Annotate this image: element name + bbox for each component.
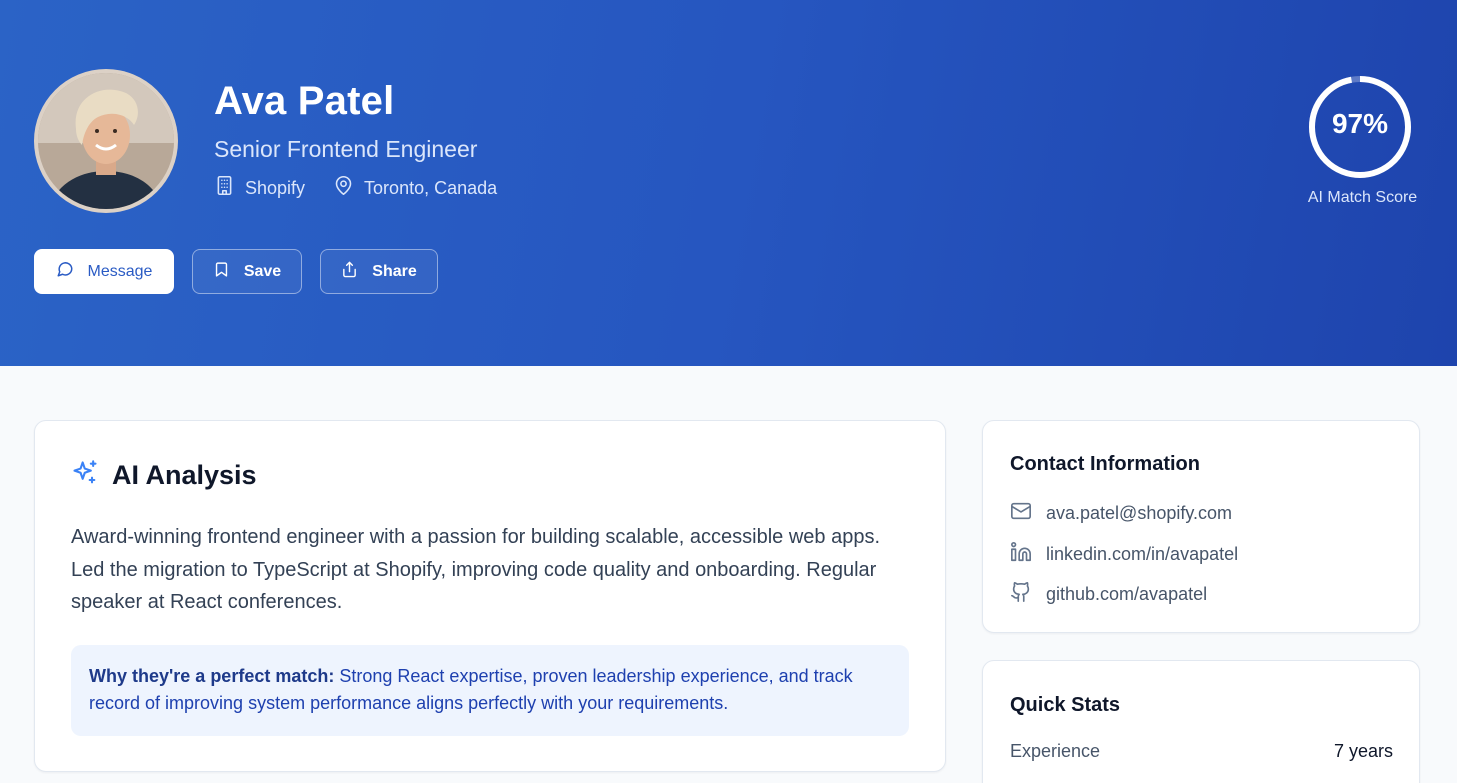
stat-row-experience: Experience 7 years	[1010, 741, 1393, 762]
company-name: Shopify	[245, 177, 306, 198]
ai-analysis-summary: Award-winning frontend engineer with a p…	[71, 526, 881, 613]
quick-stats-title: Quick Stats	[1010, 694, 1121, 716]
match-score-label: AI Match Score	[1307, 189, 1418, 206]
contact-linkedin[interactable]: linkedin.com/in/avapatel	[1010, 541, 1238, 568]
sparkles-icon	[71, 459, 112, 492]
match-score-value: 97%	[1331, 108, 1389, 139]
building-icon	[214, 175, 245, 201]
message-button-label: Message	[87, 262, 153, 280]
share-button-label: Share	[372, 262, 417, 280]
perfect-match-callout: Why they're a perfect match: Strong Reac…	[71, 645, 909, 736]
contact-github[interactable]: github.com/avapatel	[1010, 581, 1207, 608]
share-icon	[341, 261, 372, 283]
profile-header: Ava Patel Senior Frontend Engineer Shopi…	[0, 0, 1457, 366]
perfect-match-label: Why they're a perfect match:	[89, 666, 335, 686]
candidate-meta: Shopify Toronto, Canada	[214, 175, 525, 201]
contact-info-title: Contact Information	[1010, 453, 1200, 475]
mail-icon	[1010, 500, 1046, 527]
message-button[interactable]: Message	[34, 249, 174, 294]
github-text: github.com/avapatel	[1046, 584, 1208, 604]
candidate-name: Ava Patel	[214, 79, 395, 123]
linkedin-text: linkedin.com/in/avapatel	[1046, 544, 1239, 564]
contact-email[interactable]: ava.patel@shopify.com	[1010, 500, 1232, 527]
location-text: Toronto, Canada	[364, 177, 498, 198]
ai-analysis-header: AI Analysis	[71, 459, 257, 492]
contact-info-card: Contact Information ava.patel@shopify.co…	[982, 420, 1420, 633]
stat-value: 7 years	[1333, 741, 1393, 761]
save-button-label: Save	[243, 262, 282, 280]
map-pin-icon	[333, 175, 364, 201]
email-text: ava.patel@shopify.com	[1046, 503, 1233, 523]
github-icon	[1010, 581, 1046, 608]
company-info: Shopify	[214, 175, 305, 201]
save-button[interactable]: Save	[192, 249, 302, 294]
ai-analysis-card: AI Analysis Award-winning frontend engin…	[34, 420, 946, 772]
linkedin-icon	[1010, 541, 1046, 568]
share-button[interactable]: Share	[320, 249, 438, 294]
bookmark-icon	[213, 261, 244, 283]
candidate-title: Senior Frontend Engineer	[214, 136, 478, 162]
location-info: Toronto, Canada	[333, 175, 497, 201]
ai-analysis-title: AI Analysis	[112, 460, 257, 490]
quick-stats-card: Quick Stats Experience 7 years	[982, 660, 1420, 783]
avatar	[34, 69, 178, 213]
stat-label: Experience	[1010, 741, 1101, 761]
chat-bubble-icon	[56, 260, 88, 283]
